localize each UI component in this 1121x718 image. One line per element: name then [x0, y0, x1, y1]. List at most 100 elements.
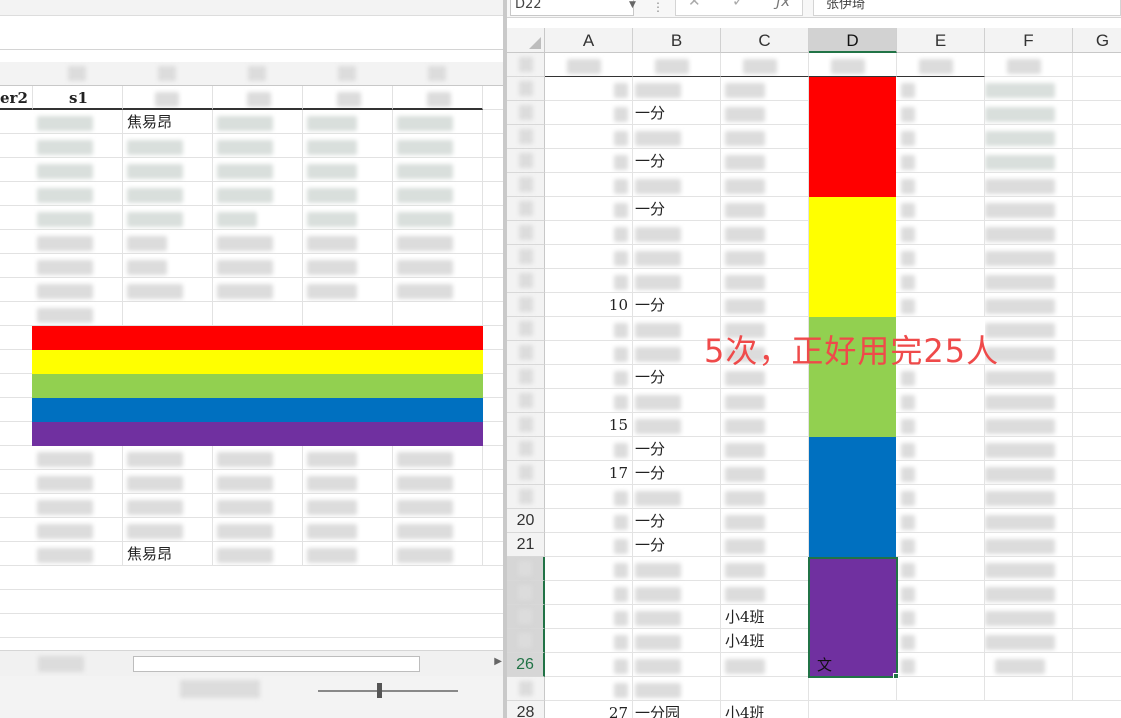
- row-header[interactable]: [507, 557, 545, 581]
- highlight-band-blue[interactable]: [32, 398, 483, 422]
- row-header-28[interactable]: 28: [507, 701, 545, 718]
- table-cell[interactable]: [897, 509, 985, 533]
- table-cell[interactable]: [33, 134, 123, 158]
- row-header[interactable]: [507, 605, 545, 629]
- name-box[interactable]: D22 ▼: [510, 0, 636, 16]
- table-cell[interactable]: 小4班: [721, 701, 809, 718]
- table-cell[interactable]: [545, 509, 633, 533]
- selection-range-border[interactable]: [808, 557, 898, 678]
- select-all-corner[interactable]: [507, 28, 545, 53]
- table-cell[interactable]: [985, 389, 1073, 413]
- table-cell[interactable]: [897, 293, 985, 317]
- table-cell[interactable]: [33, 494, 123, 518]
- table-cell[interactable]: [545, 677, 633, 701]
- table-cell[interactable]: [123, 206, 213, 230]
- row-header[interactable]: [507, 269, 545, 293]
- scroll-right-icon[interactable]: ▶: [494, 656, 502, 667]
- table-cell[interactable]: [897, 221, 985, 245]
- table-cell[interactable]: 一分: [633, 293, 721, 317]
- row-header[interactable]: [507, 389, 545, 413]
- table-cell[interactable]: [123, 446, 213, 470]
- table-cell[interactable]: [33, 278, 123, 302]
- table-cell[interactable]: [721, 485, 809, 509]
- table-cell[interactable]: [393, 158, 483, 182]
- table-cell[interactable]: [33, 158, 123, 182]
- table-cell[interactable]: [123, 254, 213, 278]
- table-cell[interactable]: [985, 197, 1073, 221]
- highlight-band-red[interactable]: [32, 326, 483, 350]
- table-cell[interactable]: [633, 581, 721, 605]
- table-cell[interactable]: [213, 110, 303, 134]
- table-cell[interactable]: [633, 629, 721, 653]
- table-cell[interactable]: [303, 110, 393, 134]
- table-cell[interactable]: [985, 149, 1073, 173]
- table-cell[interactable]: 一分: [633, 149, 721, 173]
- table-cell[interactable]: [123, 182, 213, 206]
- table-cell[interactable]: [213, 230, 303, 254]
- table-cell[interactable]: [897, 197, 985, 221]
- table-cell[interactable]: [721, 53, 809, 77]
- row-header[interactable]: [507, 677, 545, 701]
- table-cell[interactable]: 一分: [633, 461, 721, 485]
- table-cell[interactable]: [33, 542, 123, 566]
- table-cell[interactable]: [633, 389, 721, 413]
- table-cell[interactable]: [809, 53, 897, 77]
- table-cell[interactable]: [633, 677, 721, 701]
- table-cell[interactable]: [545, 173, 633, 197]
- table-cell[interactable]: [633, 269, 721, 293]
- header-cell-er2[interactable]: er2: [0, 86, 33, 110]
- table-cell[interactable]: 小4班: [721, 629, 809, 653]
- table-cell[interactable]: [633, 605, 721, 629]
- table-cell[interactable]: 一分: [633, 197, 721, 221]
- table-cell[interactable]: [303, 206, 393, 230]
- table-cell[interactable]: [393, 134, 483, 158]
- row-header[interactable]: [507, 125, 545, 149]
- table-cell[interactable]: [393, 182, 483, 206]
- table-cell[interactable]: [985, 581, 1073, 605]
- column-header-f[interactable]: F: [985, 28, 1073, 53]
- table-cell[interactable]: [123, 302, 213, 326]
- row-header[interactable]: [507, 293, 545, 317]
- row-header[interactable]: [507, 53, 545, 77]
- table-cell[interactable]: [213, 518, 303, 542]
- table-cell[interactable]: [721, 437, 809, 461]
- table-cell[interactable]: [721, 149, 809, 173]
- table-cell[interactable]: [393, 518, 483, 542]
- table-cell[interactable]: [633, 53, 721, 77]
- table-cell[interactable]: [985, 437, 1073, 461]
- table-cell[interactable]: [123, 470, 213, 494]
- scrollbar-thumb[interactable]: [133, 656, 420, 672]
- table-cell[interactable]: [985, 533, 1073, 557]
- table-cell[interactable]: [633, 245, 721, 269]
- fill-group-yellow[interactable]: [809, 197, 896, 317]
- table-cell[interactable]: [545, 101, 633, 125]
- table-cell[interactable]: [633, 173, 721, 197]
- table-cell[interactable]: [213, 206, 303, 230]
- table-cell[interactable]: [303, 518, 393, 542]
- table-cell[interactable]: [213, 446, 303, 470]
- name-cell[interactable]: 焦易昂: [123, 110, 213, 134]
- table-cell[interactable]: [213, 494, 303, 518]
- row-header[interactable]: [507, 77, 545, 101]
- row-header[interactable]: [507, 173, 545, 197]
- table-cell[interactable]: [393, 278, 483, 302]
- table-cell[interactable]: [123, 278, 213, 302]
- row-header-20[interactable]: 20: [507, 509, 545, 533]
- row-header[interactable]: [507, 221, 545, 245]
- zoom-slider-knob[interactable]: [377, 683, 382, 698]
- table-cell[interactable]: [545, 533, 633, 557]
- fill-handle[interactable]: [893, 673, 899, 679]
- table-cell[interactable]: [545, 581, 633, 605]
- column-header-g[interactable]: G: [1073, 28, 1121, 53]
- column-header-b[interactable]: B: [633, 28, 721, 53]
- table-cell[interactable]: [985, 53, 1073, 77]
- table-cell[interactable]: [213, 158, 303, 182]
- table-cell[interactable]: [545, 629, 633, 653]
- table-cell[interactable]: [213, 134, 303, 158]
- table-cell[interactable]: [897, 245, 985, 269]
- row-header[interactable]: [507, 581, 545, 605]
- table-cell[interactable]: [897, 269, 985, 293]
- highlight-band-yellow[interactable]: [32, 350, 483, 374]
- header-cell[interactable]: [393, 86, 483, 110]
- table-cell[interactable]: 小4班: [721, 605, 809, 629]
